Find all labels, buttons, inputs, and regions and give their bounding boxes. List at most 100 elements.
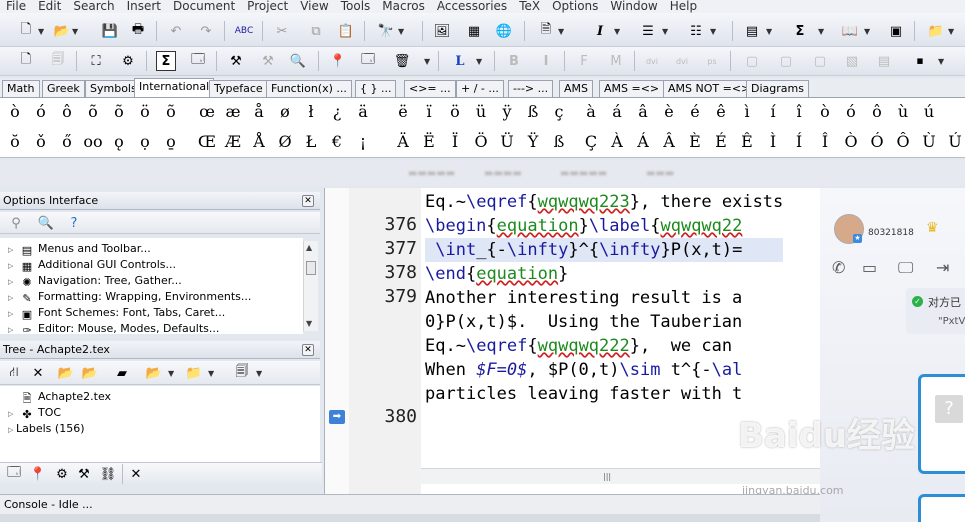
document-tab[interactable]: ▬▬▬▬▬: [560, 168, 607, 179]
code-line[interactable]: [425, 406, 783, 430]
symbol-button[interactable]: à: [580, 102, 602, 121]
stack-icon[interactable]: ▰: [112, 363, 132, 383]
italic-icon[interactable]: I: [590, 21, 610, 41]
print-icon[interactable]: 🖶: [128, 21, 148, 41]
symbol-button[interactable]: ø: [274, 102, 296, 121]
menu-help[interactable]: Help: [664, 0, 703, 13]
tab-operators[interactable]: + / - ...: [456, 80, 504, 97]
symbol-button[interactable]: æ: [222, 102, 244, 121]
pin-icon[interactable]: 📍: [28, 464, 48, 484]
symbol-button[interactable]: É: [710, 132, 732, 151]
symbol-button[interactable]: ¿: [326, 102, 348, 121]
symbol-button[interactable]: ß: [522, 102, 544, 121]
symbol-button[interactable]: Á: [632, 132, 654, 151]
symbol-button[interactable]: ò: [4, 102, 26, 121]
symbol-button[interactable]: ù: [892, 102, 914, 121]
spellcheck-icon[interactable]: ABC: [234, 21, 254, 41]
table-icon[interactable]: ▦: [464, 21, 484, 41]
tab-function[interactable]: Function(x) ...: [266, 80, 352, 97]
search-icon[interactable]: 🔍: [288, 51, 308, 71]
menu-options[interactable]: Options: [546, 0, 604, 13]
symbol-button[interactable]: Ü: [496, 132, 518, 151]
save-icon[interactable]: 💾: [100, 21, 120, 41]
code-line[interactable]: particles leaving faster with t: [425, 382, 783, 406]
globe-icon[interactable]: 🌐: [494, 21, 514, 41]
panel-icon[interactable]: ▣: [886, 21, 906, 41]
symbol-button[interactable]: Ú: [944, 132, 965, 151]
symbol-button[interactable]: Ô: [892, 132, 914, 151]
new-file-icon[interactable]: 🗋: [16, 21, 36, 41]
stop-icon[interactable]: ⏹: [910, 51, 930, 71]
symbol-button[interactable]: Æ: [222, 132, 244, 151]
chevron-down-icon[interactable]: ▼: [208, 369, 214, 378]
chevron-down-icon[interactable]: ▼: [558, 27, 564, 36]
video-icon[interactable]: ▭: [862, 258, 877, 277]
tab-diagrams[interactable]: Diagrams: [746, 80, 809, 97]
symbol-button[interactable]: õ: [160, 102, 182, 121]
structure-icon[interactable]: ⛶: [86, 51, 106, 71]
settings-gear-icon[interactable]: ⚙: [118, 51, 138, 71]
symbol-button[interactable]: á: [606, 102, 628, 121]
bibtex-icon[interactable]: B: [504, 51, 524, 71]
chevron-down-icon[interactable]: ▼: [662, 27, 668, 36]
symbol-button[interactable]: ì: [736, 102, 758, 121]
sum-icon[interactable]: Σ: [790, 21, 810, 41]
screen-share-icon[interactable]: 🖵: [898, 258, 913, 278]
sigma-icon[interactable]: Σ: [156, 51, 176, 71]
tab-ams[interactable]: AMS: [559, 80, 593, 97]
code-line[interactable]: Eq.~\eqref{wqwqwq222}, we can: [425, 334, 783, 358]
open-folder-icon[interactable]: 📂: [52, 21, 72, 41]
book-icon[interactable]: 📖: [840, 21, 860, 41]
export-icon[interactable]: 🗐: [232, 363, 252, 383]
macro-disabled-icon[interactable]: ⚒: [258, 51, 278, 71]
redo-icon[interactable]: ↷: [196, 21, 216, 41]
symbol-button[interactable]: ê: [710, 102, 732, 121]
matrix-icon[interactable]: ▤: [742, 21, 762, 41]
bucket-icon[interactable]: 🗑: [392, 51, 412, 71]
folder-up-icon[interactable]: 📂: [56, 363, 76, 383]
chevron-down-icon[interactable]: ▼: [424, 57, 430, 66]
menu-accessories[interactable]: Accessories: [431, 0, 513, 13]
folder-icon[interactable]: 📁: [184, 363, 204, 383]
symbol-button[interactable]: Ø: [274, 132, 296, 151]
document-tab[interactable]: ▬▬▬: [646, 168, 674, 179]
code-line[interactable]: Eq.~\eqref{wqwqwq223}, there exists: [425, 190, 783, 214]
log-icon[interactable]: ▤: [874, 51, 894, 71]
add-file-icon[interactable]: 🗋: [16, 51, 36, 71]
symbol-button[interactable]: È: [684, 132, 706, 151]
symbol-button[interactable]: Ê: [736, 132, 758, 151]
chevron-down-icon[interactable]: ▼: [938, 57, 944, 66]
latex-icon[interactable]: L: [450, 51, 470, 71]
symbol-button[interactable]: €: [326, 132, 348, 151]
chevron-down-icon[interactable]: ▼: [864, 27, 870, 36]
symbol-button[interactable]: Ÿ: [522, 132, 544, 151]
symbol-button[interactable]: ö: [134, 102, 156, 121]
symbol-button[interactable]: ò: [814, 102, 836, 121]
symbol-button[interactable]: Â: [658, 132, 680, 151]
find-icon[interactable]: 🔭: [376, 21, 396, 41]
close-icon[interactable]: ✕: [28, 363, 48, 383]
symbol-button[interactable]: Å: [248, 132, 270, 151]
symbol-button[interactable]: ô: [866, 102, 888, 121]
cut-icon[interactable]: ✂: [272, 21, 292, 41]
symbol-button[interactable]: ä: [352, 102, 374, 121]
filter-icon[interactable]: ⚲: [6, 213, 26, 233]
symbol-button[interactable]: õ: [82, 102, 104, 121]
chevron-down-icon[interactable]: ▼: [766, 27, 772, 36]
symbol-button[interactable]: Í: [788, 132, 810, 151]
list-item[interactable]: ▷ ✺ Navigation: Tree, Gather...: [8, 273, 182, 289]
symbol-button[interactable]: Ö: [470, 132, 492, 151]
symbol-button[interactable]: ü: [470, 102, 492, 121]
symbol-button[interactable]: Ł: [300, 132, 322, 151]
symbol-button[interactable]: ß: [548, 132, 570, 151]
dvi-pdf-icon[interactable]: dvi: [642, 51, 662, 71]
view-ps-icon[interactable]: ▢: [776, 51, 796, 71]
ps-pdf-icon[interactable]: ps: [702, 51, 722, 71]
folder-icon[interactable]: 📁: [926, 21, 946, 41]
tab-ams-relations[interactable]: AMS =<>: [599, 80, 665, 97]
menu-macros[interactable]: Macros: [376, 0, 431, 13]
close-icon[interactable]: ✕: [302, 195, 314, 207]
folder-down-icon[interactable]: 📂: [80, 363, 100, 383]
bookmark-arrow-icon[interactable]: ➡: [329, 410, 345, 424]
makeindex-icon[interactable]: M: [606, 51, 626, 71]
